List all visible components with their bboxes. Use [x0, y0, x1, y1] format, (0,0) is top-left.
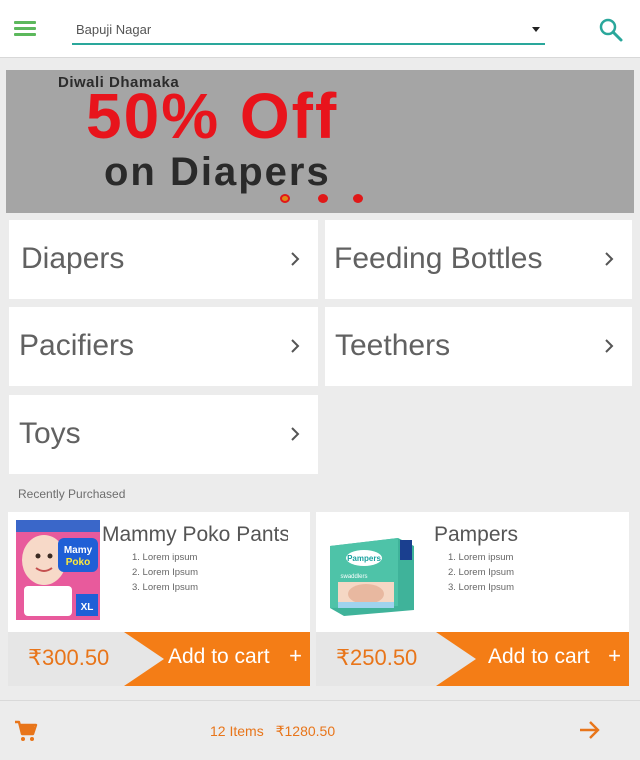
category-diapers[interactable]: Diapers	[9, 220, 318, 299]
banner-headline: 50% Off	[86, 80, 339, 152]
banner-subline: on Diapers	[104, 150, 331, 194]
plus-icon: +	[289, 643, 302, 668]
promo-banner[interactable]: Diwali Dhamaka 50% Off on Diapers	[6, 70, 634, 213]
category-label: Toys	[19, 417, 81, 450]
add-to-cart-button[interactable]: Add to cart +	[436, 632, 629, 686]
cart-summary: 12 Items ₹1280.50	[210, 723, 343, 740]
feature-item: 1. Lorem ipsum	[132, 552, 198, 563]
product-name: Mammy Poko Pants	[102, 523, 288, 546]
chevron-right-icon	[291, 427, 300, 441]
svg-text:Poko: Poko	[66, 557, 90, 568]
chevron-right-icon	[291, 339, 300, 353]
carousel-indicators	[278, 194, 378, 204]
category-toys[interactable]: Toys	[9, 395, 318, 474]
recently-purchased-title: Recently Purchased	[18, 487, 126, 501]
cart-bar: 12 Items ₹1280.50	[0, 700, 640, 760]
cart-item-count: 12 Items	[210, 723, 264, 739]
feature-item: 3. Lorem Ipsum	[132, 582, 198, 593]
feature-item: 3. Lorem Ipsum	[448, 582, 514, 593]
price-bar: ₹250.50 Add to cart +	[316, 632, 629, 686]
add-to-cart-label: Add to cart	[488, 645, 590, 668]
location-dropdown[interactable]: Bapuji Nagar	[72, 17, 545, 45]
carousel-dot-3[interactable]	[353, 194, 363, 203]
product-card-pampers[interactable]: Pampers swaddlers Pampers 1. Lorem ipsum…	[316, 512, 629, 686]
carousel-dot-2[interactable]	[318, 194, 328, 203]
feature-item: 2. Lorem Ipsum	[132, 567, 198, 578]
category-label: Pacifiers	[19, 329, 135, 362]
price-bar: ₹300.50 Add to cart +	[8, 632, 310, 686]
category-label: Teethers	[335, 329, 451, 362]
product-price: ₹250.50	[336, 645, 418, 670]
cart-total: ₹1280.50	[275, 723, 336, 739]
search-icon[interactable]	[598, 17, 624, 43]
category-label: Diapers	[21, 242, 125, 275]
add-to-cart-label: Add to cart	[168, 645, 270, 668]
feature-item: 2. Lorem Ipsum	[448, 567, 514, 578]
top-bar: Bapuji Nagar	[0, 0, 640, 58]
svg-text:swaddlers: swaddlers	[340, 574, 367, 580]
plus-icon: +	[608, 643, 621, 668]
product-card-mammy-poko[interactable]: Mamy Poko XL Mammy Poko Pants 1. Lorem i…	[8, 512, 310, 686]
chevron-right-icon	[605, 339, 614, 353]
caret-down-icon	[532, 27, 540, 32]
product-price: ₹300.50	[28, 645, 110, 670]
svg-text:Mamy: Mamy	[64, 545, 93, 556]
chevron-right-icon	[605, 252, 614, 266]
product-image-pampers: Pampers swaddlers	[330, 538, 414, 616]
arrow-right-icon[interactable]	[578, 718, 602, 742]
chevron-right-icon	[291, 252, 300, 266]
category-pacifiers[interactable]: Pacifiers	[9, 307, 318, 386]
product-image-mammy-poko: Mamy Poko XL	[16, 520, 100, 620]
shopping-cart-icon[interactable]	[14, 719, 38, 743]
svg-text:Pampers: Pampers	[347, 554, 381, 563]
location-value: Bapuji Nagar	[76, 22, 152, 37]
hamburger-menu-icon[interactable]	[14, 18, 40, 38]
category-teethers[interactable]: Teethers	[325, 307, 632, 386]
add-to-cart-button[interactable]: Add to cart +	[124, 632, 310, 686]
carousel-dot-1[interactable]	[280, 194, 290, 203]
category-feeding-bottles[interactable]: Feeding Bottles	[325, 220, 632, 299]
product-features: 1. Lorem ipsum 2. Lorem Ipsum 3. Lorem I…	[132, 550, 198, 595]
feature-item: 1. Lorem ipsum	[448, 552, 514, 563]
product-name: Pampers	[434, 523, 519, 546]
category-label: Feeding Bottles	[334, 242, 543, 275]
product-features: 1. Lorem ipsum 2. Lorem Ipsum 3. Lorem I…	[448, 550, 514, 595]
svg-text:XL: XL	[81, 602, 94, 613]
